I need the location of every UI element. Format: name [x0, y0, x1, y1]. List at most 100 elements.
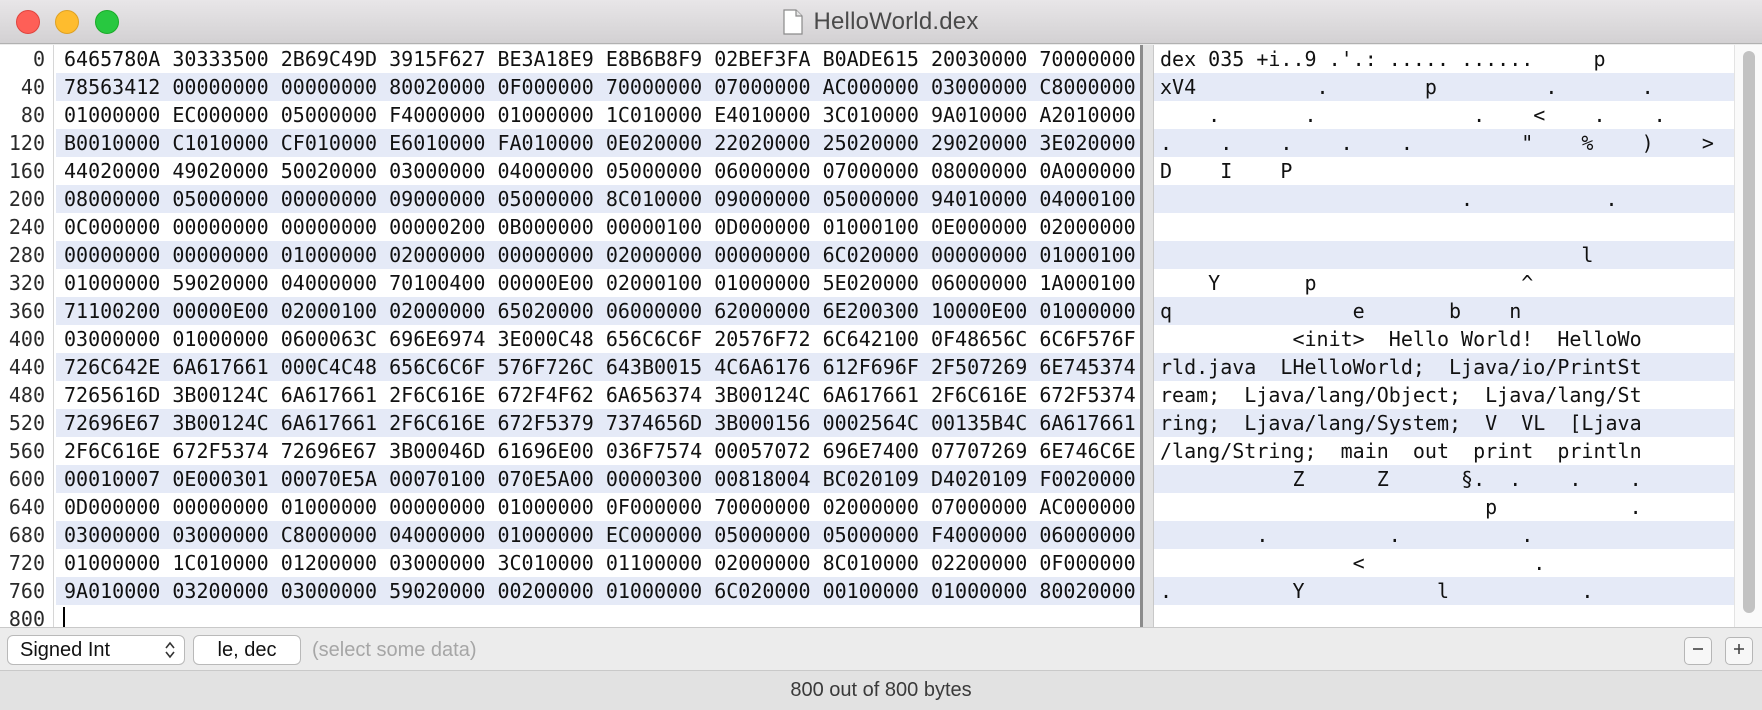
hex-row[interactable]: 71100200 00000E00 02000100 02000000 6502… [56, 297, 1140, 325]
ascii-row[interactable]: < . [1154, 549, 1734, 577]
ascii-row-text: < . [1160, 551, 1546, 575]
ascii-row-text: q e b n [1160, 299, 1522, 323]
hex-row-bytes: 2F6C616E 672F5374 72696E67 3B00046D 6169… [64, 439, 1136, 463]
row-offset: 240 [8, 215, 45, 239]
ascii-row[interactable]: <init> Hello World! HelloWo [1154, 325, 1734, 353]
ascii-row[interactable]: xV4 . p . . [1154, 73, 1734, 101]
offset-gutter: 0 40 80 120 160 200 240 280 320 360 400 440 480 520 56… [0, 45, 54, 631]
ascii-row-text: . . . . . " % ) > [1160, 131, 1714, 155]
hex-row-bytes: 01000000 1C010000 01200000 03000000 3C01… [64, 551, 1136, 575]
scrollbar-thumb[interactable] [1743, 51, 1755, 613]
row-offset: 680 [8, 523, 45, 547]
row-offset: 80 [20, 103, 45, 127]
row-offset: 120 [8, 131, 45, 155]
ascii-row[interactable]: ring; Ljava/lang/System; V VL [Ljava [1154, 409, 1734, 437]
hex-row[interactable]: 726C642E 6A617661 000C4C48 656C6C6F 576F… [56, 353, 1140, 381]
row-offset: 480 [8, 383, 45, 407]
ascii-row-text: ring; Ljava/lang/System; V VL [Ljava [1160, 411, 1642, 435]
hex-row[interactable]: 9A010000 03200000 03000000 59020000 0020… [56, 577, 1140, 605]
ascii-row-text: ream; Ljava/lang/Object; Ljava/lang/St [1160, 383, 1642, 407]
ascii-row[interactable]: . . . . . " % ) > [1154, 129, 1734, 157]
window-title: HelloWorld.dex [813, 8, 979, 35]
hex-row[interactable]: 7265616D 3B00124C 6A617661 2F6C616E 672F… [56, 381, 1140, 409]
ascii-row[interactable]: . Y l . [1154, 577, 1734, 605]
ascii-row[interactable]: ream; Ljava/lang/Object; Ljava/lang/St [1154, 381, 1734, 409]
remove-button[interactable] [1684, 637, 1712, 665]
endian-format-button[interactable]: le, dec [193, 635, 301, 665]
hex-row[interactable]: 03000000 03000000 C8000000 04000000 0100… [56, 521, 1140, 549]
vertical-scrollbar[interactable] [1734, 45, 1762, 627]
pane-divider[interactable] [1140, 45, 1154, 627]
hex-row[interactable]: 0C000000 00000000 00000000 00000200 0B00… [56, 213, 1140, 241]
title-bar: HelloWorld.dex [0, 0, 1762, 44]
ascii-row-text: l [1160, 243, 1594, 267]
ascii-row[interactable]: /lang/String; main out print println [1154, 437, 1734, 465]
add-button[interactable] [1725, 637, 1753, 665]
hex-row-bytes: 03000000 03000000 C8000000 04000000 0100… [64, 523, 1136, 547]
hex-row[interactable]: 00000000 00000000 01000000 02000000 0000… [56, 241, 1140, 269]
ascii-row[interactable]: dex 035 +i..9 .'.: ..... ...... p [1154, 45, 1734, 73]
ascii-row[interactable]: . . . [1154, 521, 1734, 549]
selection-value-hint: (select some data) [312, 639, 477, 661]
hex-row[interactable]: 2F6C616E 672F5374 72696E67 3B00046D 6169… [56, 437, 1140, 465]
ascii-row[interactable]: p . [1154, 493, 1734, 521]
ascii-row[interactable]: Z Z §. . . . [1154, 465, 1734, 493]
row-offset: 560 [8, 439, 45, 463]
ascii-row[interactable]: D I P [1154, 157, 1734, 185]
data-type-select-value: Signed Int [20, 639, 111, 661]
hex-row[interactable]: 08000000 05000000 00000000 09000000 0500… [56, 185, 1140, 213]
hex-row-bytes: 9A010000 03200000 03000000 59020000 0020… [64, 579, 1136, 603]
ascii-row-text: xV4 . p . . [1160, 75, 1654, 99]
ascii-row[interactable]: q e b n [1154, 297, 1734, 325]
row-offset: 720 [8, 551, 45, 575]
ascii-row-text: Z Z §. . . . [1160, 467, 1642, 491]
hex-row[interactable]: 01000000 EC000000 05000000 F4000000 0100… [56, 101, 1140, 129]
row-offset: 760 [8, 579, 45, 603]
ascii-row[interactable]: . . . < . . [1154, 101, 1734, 129]
hex-row[interactable]: 01000000 59020000 04000000 70100400 0000… [56, 269, 1140, 297]
hex-row[interactable]: 00010007 0E000301 00070E5A 00070100 070E… [56, 465, 1140, 493]
ascii-row-text: dex 035 +i..9 .'.: ..... ...... p [1160, 47, 1606, 71]
hex-row[interactable]: 72696E67 3B00124C 6A617661 2F6C616E 672F… [56, 409, 1140, 437]
row-offset: 440 [8, 355, 45, 379]
ascii-row-text: . . . < . . [1160, 103, 1666, 127]
row-offset: 400 [8, 327, 45, 351]
hex-row[interactable]: 78563412 00000000 00000000 80020000 0F00… [56, 73, 1140, 101]
hex-row-bytes: 0C000000 00000000 00000000 00000200 0B00… [64, 215, 1136, 239]
ascii-row[interactable]: rld.java LHelloWorld; Ljava/io/PrintSt [1154, 353, 1734, 381]
hex-row-bytes: 726C642E 6A617661 000C4C48 656C6C6F 576F… [64, 355, 1136, 379]
hex-row-bytes: 03000000 01000000 0600063C 696E6974 3E00… [64, 327, 1136, 351]
row-offset: 600 [8, 467, 45, 491]
row-offset: 0 [32, 47, 45, 71]
hex-row[interactable]: 6465780A 30333500 2B69C49D 3915F627 BE3A… [56, 45, 1140, 73]
row-offset: 280 [8, 243, 45, 267]
ascii-row[interactable]: . . [1154, 185, 1734, 213]
hex-pane[interactable]: 6465780A 30333500 2B69C49D 3915F627 BE3A… [56, 45, 1140, 631]
hex-row[interactable]: 44020000 49020000 50020000 03000000 0400… [56, 157, 1140, 185]
ascii-pane[interactable]: dex 035 +i..9 .'.: ..... ...... p xV4 . p… [1154, 45, 1734, 627]
data-inspector-bar: Signed Int le, dec (select some data) [0, 627, 1762, 671]
row-offset: 360 [8, 299, 45, 323]
hex-row-bytes: 78563412 00000000 00000000 80020000 0F00… [64, 75, 1136, 99]
ascii-row[interactable]: l [1154, 241, 1734, 269]
up-down-chevron-icon [164, 640, 176, 660]
hex-row[interactable]: 01000000 1C010000 01200000 03000000 3C01… [56, 549, 1140, 577]
hex-row[interactable]: 03000000 01000000 0600063C 696E6974 3E00… [56, 325, 1140, 353]
document-icon [783, 9, 804, 35]
ascii-row[interactable]: Y p ^ [1154, 269, 1734, 297]
hex-row-bytes: B0010000 C1010000 CF010000 E6010000 FA01… [64, 131, 1136, 155]
row-offset: 640 [8, 495, 45, 519]
ascii-row-text: . . . [1160, 523, 1534, 547]
hex-row-bytes: 01000000 59020000 04000000 70100400 0000… [64, 271, 1136, 295]
hex-row-bytes: 44020000 49020000 50020000 03000000 0400… [64, 159, 1136, 183]
ascii-row-text: D I P [1160, 159, 1293, 183]
row-offset: 160 [8, 159, 45, 183]
ascii-row[interactable] [1154, 213, 1734, 241]
minus-icon [1691, 642, 1705, 661]
data-type-select[interactable]: Signed Int [7, 635, 185, 665]
row-offset: 200 [8, 187, 45, 211]
hex-row-bytes: 72696E67 3B00124C 6A617661 2F6C616E 672F… [64, 411, 1136, 435]
hex-row[interactable]: 0D000000 00000000 01000000 00000000 0100… [56, 493, 1140, 521]
hex-row-bytes: 71100200 00000E00 02000100 02000000 6502… [64, 299, 1136, 323]
hex-row[interactable]: B0010000 C1010000 CF010000 E6010000 FA01… [56, 129, 1140, 157]
